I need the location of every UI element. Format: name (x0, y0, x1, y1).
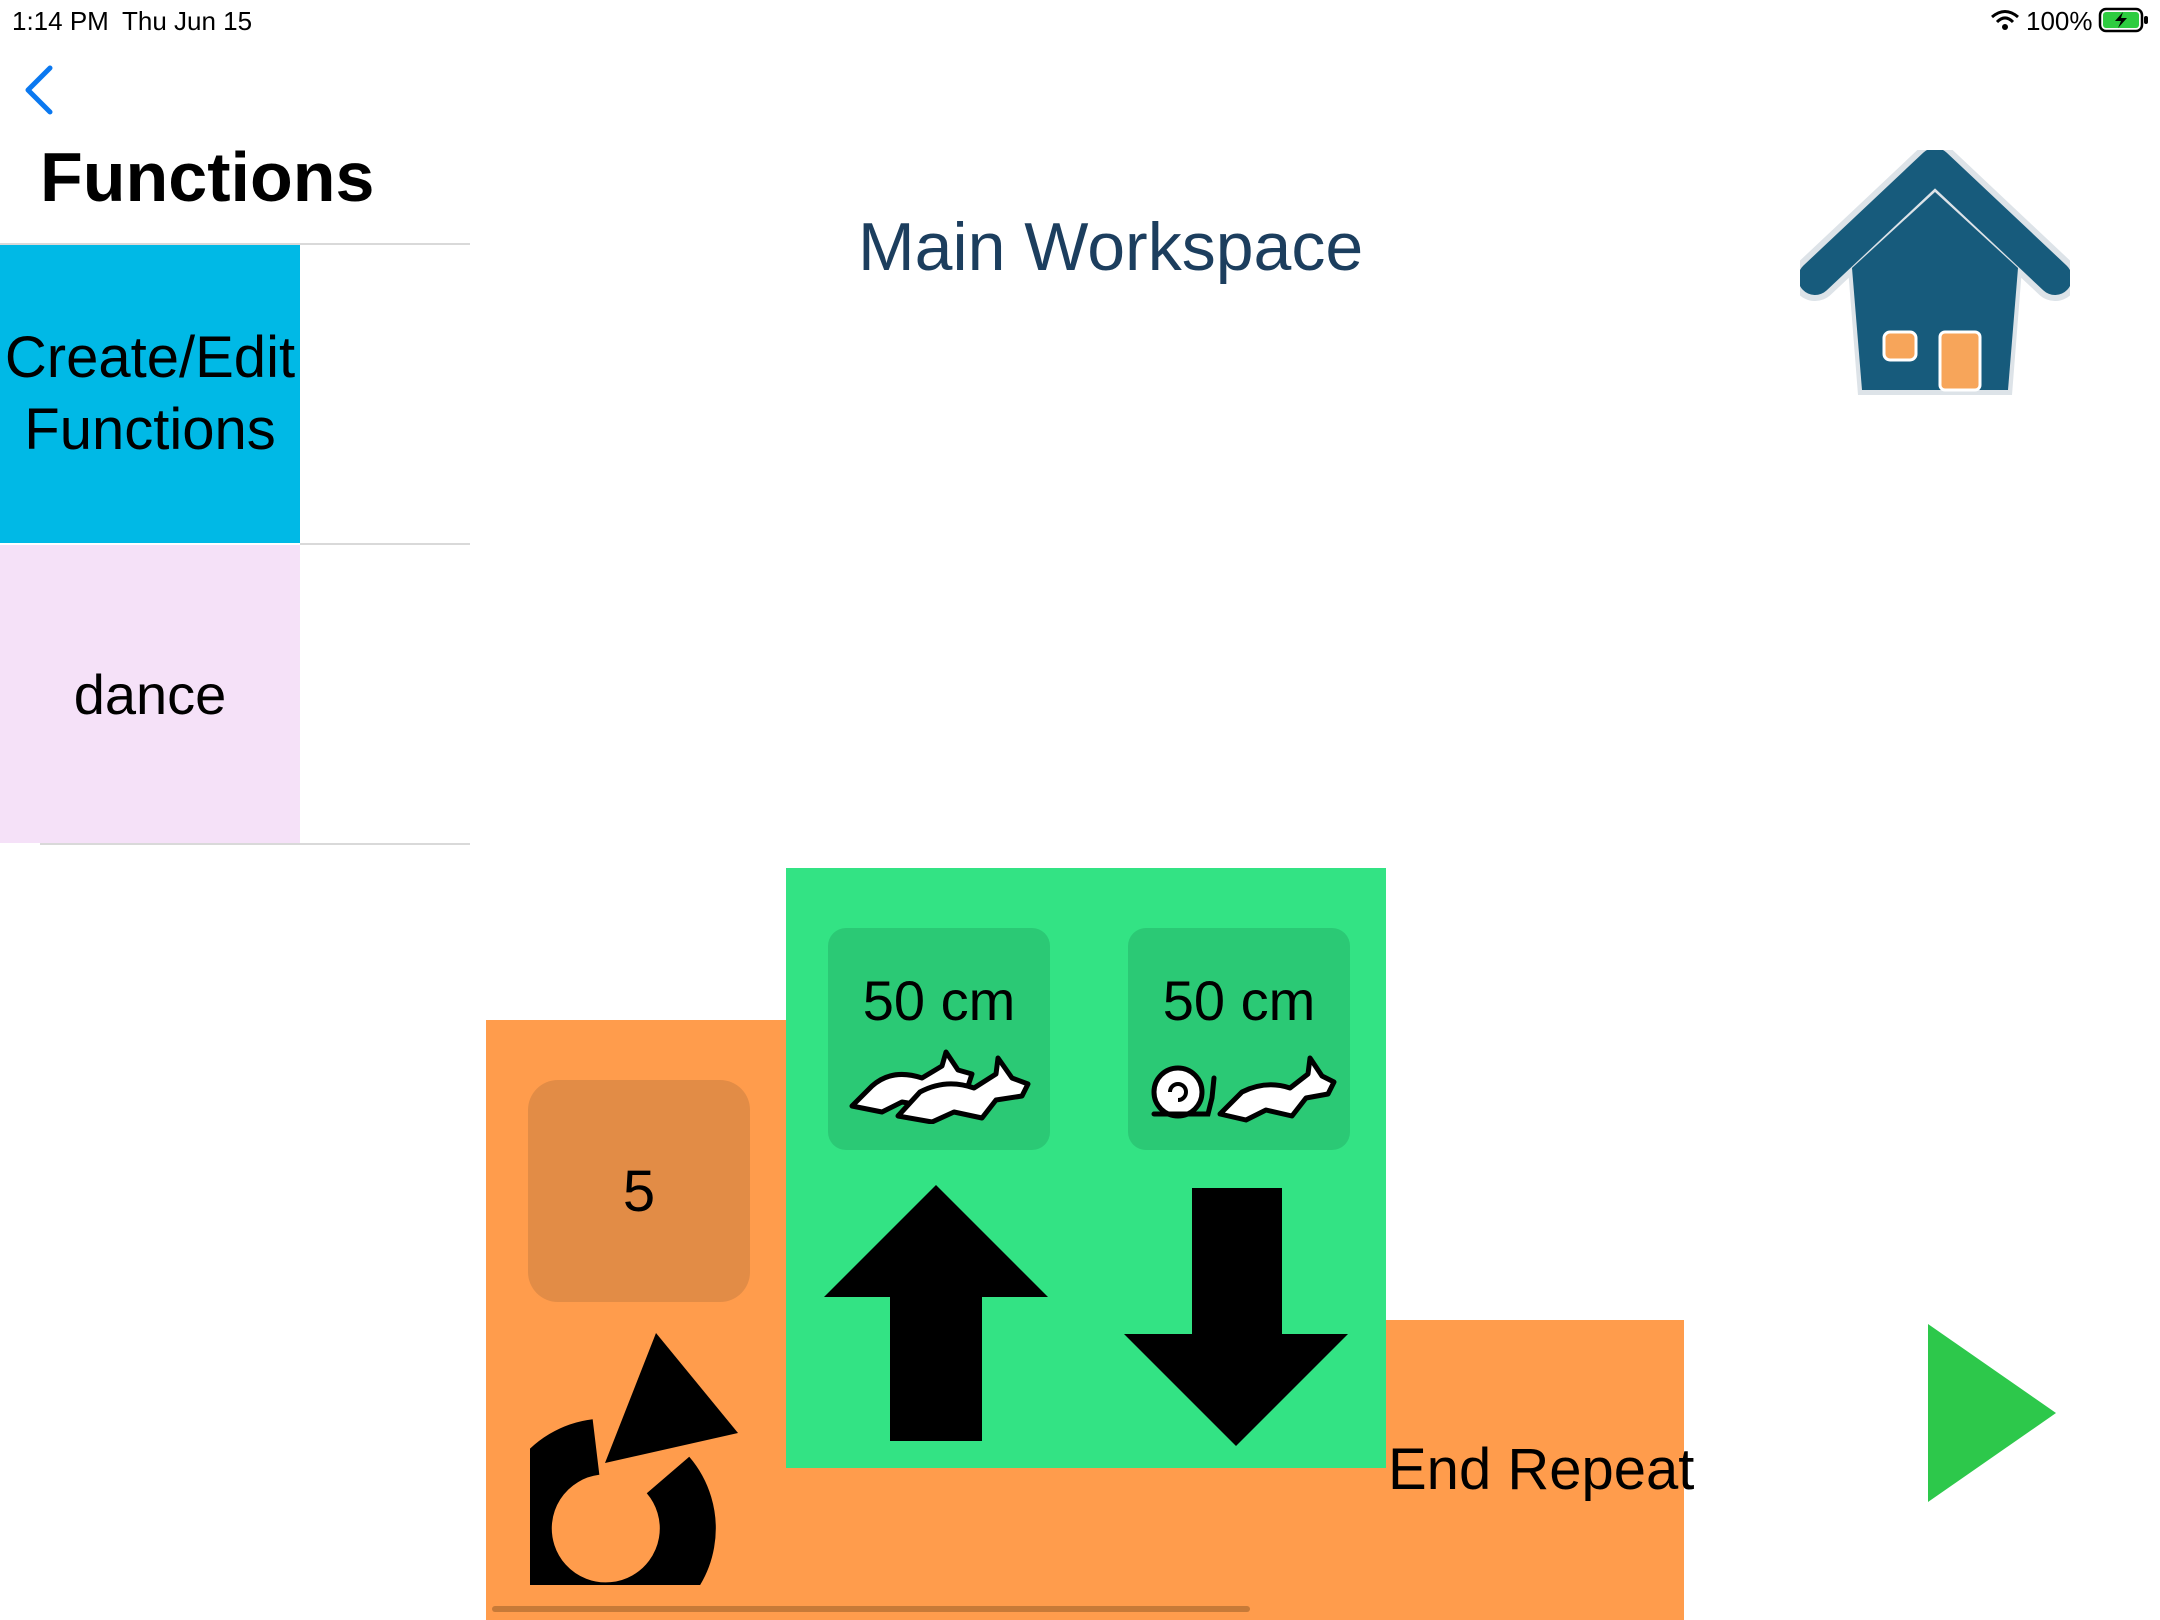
arrow-down-icon[interactable] (1122, 1186, 1350, 1446)
home-icon[interactable] (1800, 150, 2070, 406)
end-repeat-label: End Repeat (1388, 1437, 1695, 1502)
status-date: Thu Jun 15 (122, 6, 253, 36)
divider (300, 543, 470, 545)
create-edit-label-line1: Create/Edit (4, 325, 296, 390)
horizontal-scrollbar[interactable] (492, 1606, 1250, 1612)
wifi-icon (1991, 10, 2019, 30)
sidebar-item-dance[interactable]: dance (0, 545, 300, 843)
sidebar-title: Functions (40, 138, 375, 216)
repeat-block-body (786, 1466, 1388, 1620)
snail-rabbit-icon (1151, 1055, 1337, 1123)
chevron-left-icon[interactable] (20, 64, 56, 116)
arrow-up-icon[interactable] (822, 1183, 1050, 1443)
repeat-icon (530, 1333, 738, 1585)
battery-charging-icon (2098, 7, 2148, 33)
speed-selector[interactable]: 50 cm (828, 928, 1050, 1150)
sidebar-item-create-edit-functions[interactable]: Create/Edit Functions (0, 245, 300, 543)
repeat-count[interactable]: 5 (528, 1080, 750, 1302)
divider (40, 843, 470, 845)
sidebar-item-label: dance (73, 662, 227, 726)
battery-percent: 100% (2026, 6, 2093, 36)
repeat-count-value: 5 (622, 1158, 656, 1224)
page-title: Main Workspace (858, 209, 1364, 285)
distance-label: 50 cm (1162, 969, 1316, 1032)
speed-selector[interactable]: 50 cm (1128, 928, 1350, 1150)
create-edit-label-line2: Functions (24, 397, 276, 462)
play-icon[interactable] (1926, 1322, 2058, 1504)
fast-rabbits-icon (849, 1049, 1031, 1124)
distance-label: 50 cm (862, 969, 1016, 1032)
status-time: 1:14 PM (12, 6, 109, 36)
